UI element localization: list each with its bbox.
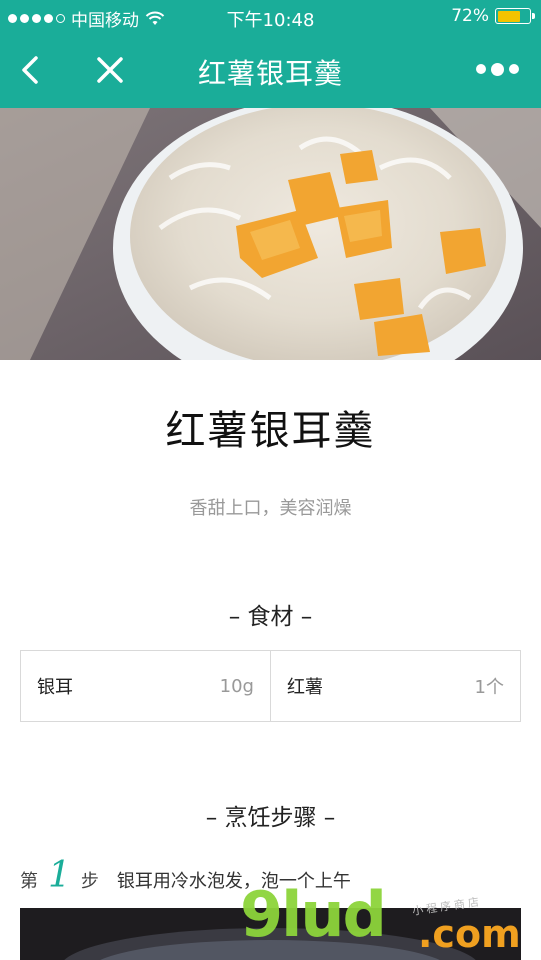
watermark-logo: 9lud bbox=[240, 878, 387, 951]
battery-fill bbox=[497, 10, 520, 22]
battery-percent: 72% bbox=[451, 6, 489, 26]
recipe-title: 红薯银耳羹 bbox=[165, 408, 376, 454]
ingredient-name: 红薯 bbox=[287, 677, 323, 698]
ingredients-heading: – 食材 – bbox=[228, 604, 313, 630]
nav-title: 红薯银耳羹 bbox=[197, 57, 343, 90]
steps-heading: – 烹饪步骤 – bbox=[205, 805, 336, 831]
status-bar: 中国移动 下午10:48 72% bbox=[0, 0, 541, 34]
step-suffix: 步 bbox=[80, 871, 99, 892]
more-button[interactable] bbox=[476, 62, 519, 76]
ingredient-item: 红薯 1个 bbox=[270, 651, 520, 721]
recipe-hero-image bbox=[0, 108, 541, 360]
ingredient-amount: 1个 bbox=[474, 677, 504, 698]
battery-icon bbox=[495, 8, 535, 24]
watermark: 9lud .com 小程序商店 bbox=[240, 878, 540, 960]
step-prefix: 第 bbox=[20, 871, 38, 892]
ingredient-name: 银耳 bbox=[37, 677, 73, 698]
status-bar-right: 72% bbox=[451, 6, 535, 26]
watermark-domain: .com bbox=[418, 912, 521, 956]
recipe-subtitle: 香甜上口，美容润燥 bbox=[189, 498, 352, 519]
ingredient-item: 银耳 10g bbox=[21, 651, 270, 721]
ingredients-table: 银耳 10g 红薯 1个 bbox=[20, 650, 521, 722]
nav-bar: 红薯银耳羹 bbox=[0, 34, 541, 108]
step-number: 1 bbox=[48, 855, 71, 896]
ingredient-amount: 10g bbox=[219, 675, 254, 697]
more-dots-icon bbox=[476, 64, 486, 74]
